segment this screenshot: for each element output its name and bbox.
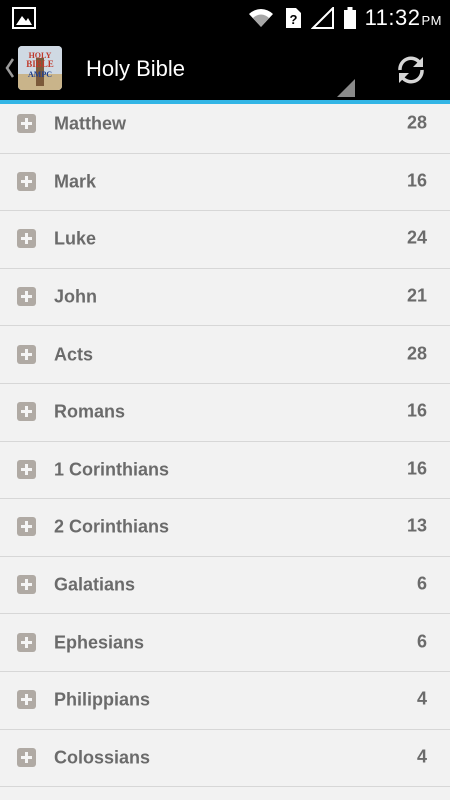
book-name: Galatians: [54, 574, 136, 595]
book-row[interactable]: Philippians 4: [0, 672, 450, 730]
expand-plus-icon[interactable]: [17, 344, 36, 364]
book-name: 2 Corinthians: [54, 516, 170, 537]
expand-plus-icon[interactable]: [17, 229, 36, 249]
expand-plus-icon[interactable]: [17, 517, 36, 537]
book-row[interactable]: Matthew 28: [0, 96, 450, 154]
book-list: Matthew 28 Mark 16 Luke 24 John 21 Acts 28 Romans 1…: [0, 96, 450, 788]
chapter-count: 28: [406, 112, 427, 133]
clock-time: 11:32: [364, 5, 421, 30]
clock-ampm: PM: [421, 13, 442, 28]
up-caret-icon[interactable]: [4, 57, 16, 79]
chapter-count: 6: [416, 631, 427, 652]
book-row[interactable]: Galatians 6: [0, 557, 450, 615]
book-name: Colossians: [54, 747, 151, 768]
book-row[interactable]: Acts 28: [0, 326, 450, 384]
status-bar: ? 11:32 PM: [0, 0, 450, 36]
book-row[interactable]: Romans 16: [0, 384, 450, 442]
chapter-count: 16: [406, 458, 427, 479]
battery-icon: [343, 7, 356, 29]
chapter-count: 24: [406, 227, 427, 248]
book-row[interactable]: 2 Corinthians 13: [0, 499, 450, 557]
status-icons: ? 11:32 PM: [247, 0, 442, 36]
expand-plus-icon[interactable]: [17, 632, 36, 652]
chapter-count: 28: [406, 343, 427, 364]
chapter-count: 16: [406, 400, 427, 421]
expand-plus-icon[interactable]: [17, 459, 36, 479]
chapter-count: 4: [416, 746, 427, 767]
chapter-count: 16: [406, 170, 427, 191]
book-row[interactable]: Luke 24: [0, 211, 450, 269]
chapter-count: 13: [406, 515, 427, 536]
wifi-icon: [248, 9, 273, 27]
book-row[interactable]: 1 Corinthians 16: [0, 442, 450, 500]
logo-line-3: AMPC: [28, 70, 52, 79]
chapter-count: 4: [416, 688, 427, 709]
book-row[interactable]: John 21: [0, 269, 450, 327]
refresh-icon: [398, 56, 424, 84]
logo-line-2: BIBLE: [26, 59, 54, 69]
holy-bible-logo: HOLY BIBLE AMPC: [18, 46, 62, 90]
app-icon[interactable]: HOLY BIBLE AMPC: [18, 46, 62, 90]
clock: 11:32 PM: [365, 5, 442, 31]
expand-plus-icon[interactable]: [17, 690, 36, 710]
expand-plus-icon[interactable]: [17, 575, 36, 595]
book-name: Philippians: [54, 689, 151, 710]
expand-plus-icon[interactable]: [17, 114, 36, 134]
expand-plus-icon[interactable]: [17, 747, 36, 767]
book-name: Matthew: [54, 113, 126, 134]
expand-plus-icon[interactable]: [17, 287, 36, 307]
expand-plus-icon[interactable]: [17, 402, 36, 422]
svg-text:?: ?: [289, 12, 297, 27]
book-name: Ephesians: [54, 632, 145, 653]
book-name: John: [54, 286, 97, 307]
book-name: Luke: [54, 228, 97, 249]
refresh-button[interactable]: [388, 50, 434, 90]
app-title[interactable]: Holy Bible: [86, 56, 185, 82]
signal-icon: [310, 7, 334, 29]
book-row[interactable]: Colossians 4: [0, 730, 450, 788]
expand-plus-icon[interactable]: [17, 171, 36, 191]
book-row[interactable]: Ephesians 6: [0, 614, 450, 672]
book-name: Acts: [54, 344, 94, 365]
chapter-count: 21: [406, 285, 427, 306]
action-bar: HOLY BIBLE AMPC Holy Bible: [0, 36, 450, 100]
gallery-icon: [12, 7, 36, 29]
book-row[interactable]: Mark 16: [0, 154, 450, 212]
spinner-indicator-icon[interactable]: [337, 79, 355, 97]
unknown-sim-icon: ?: [285, 8, 301, 28]
chapter-count: 6: [416, 573, 427, 594]
book-name: Mark: [54, 171, 97, 192]
book-name: Romans: [54, 401, 126, 422]
book-name: 1 Corinthians: [54, 459, 170, 480]
